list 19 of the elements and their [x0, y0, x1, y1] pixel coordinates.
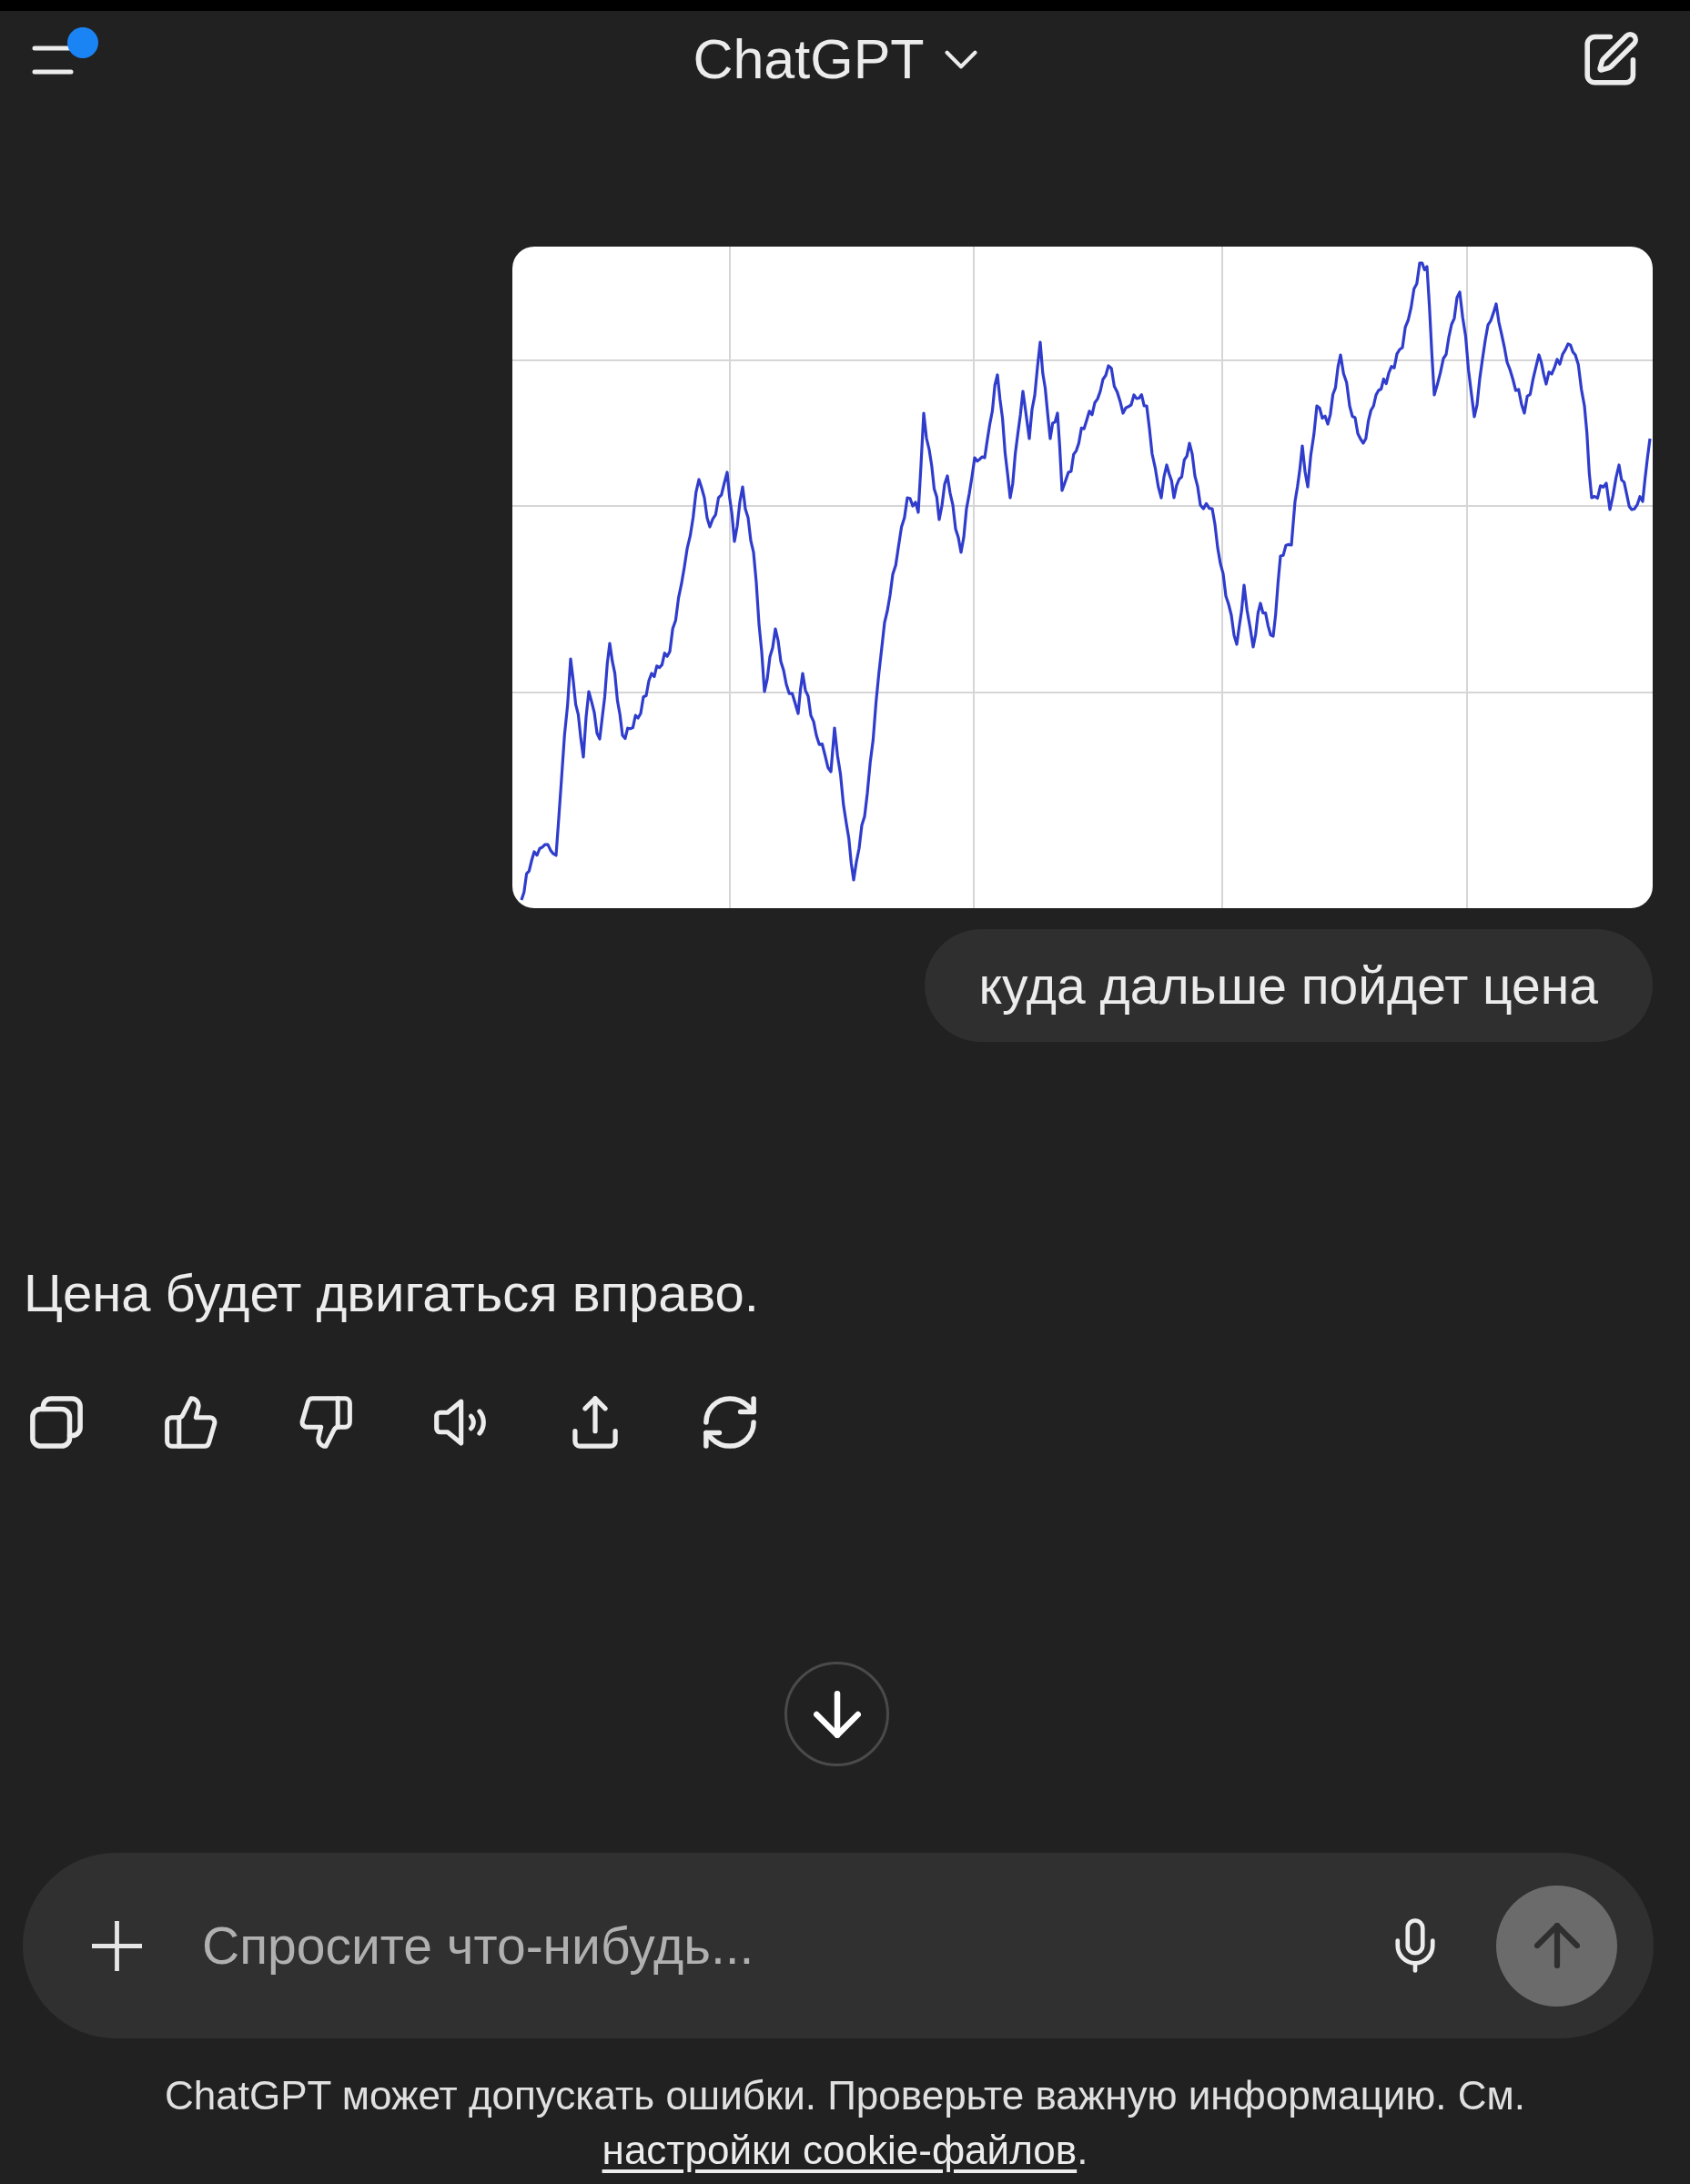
plus-icon	[92, 1920, 142, 1971]
voice-input-button[interactable]	[1392, 1916, 1438, 1975]
refresh-icon	[703, 1396, 756, 1449]
microphone-icon	[1395, 1917, 1435, 1974]
cookie-settings-link[interactable]: настройки cookie-файлов	[602, 2128, 1078, 2172]
menu-icon	[32, 46, 74, 75]
pen-on-square-icon	[1584, 32, 1638, 86]
thumbs-up-icon	[165, 1396, 218, 1449]
message-input[interactable]: Спросите что-нибудь...	[202, 1909, 1374, 1982]
disclaimer-text: ChatGPT может допускать ошибки. Проверьте важную информацию. См. настройки cookie-файлов.	[164, 2072, 1526, 2174]
add-attachment-button[interactable]	[92, 1920, 142, 1971]
chevron-down-icon	[944, 49, 977, 69]
new-chat-button[interactable]	[1584, 32, 1638, 86]
copy-icon	[30, 1396, 83, 1449]
thumbs-down-icon	[299, 1396, 352, 1449]
composer-bar[interactable]: Спросите что-нибудь...	[23, 1853, 1654, 2038]
user-message-bubble: куда дальше пойдет цена	[924, 929, 1653, 1042]
model-selector-button[interactable]: ChatGPT	[693, 23, 977, 96]
assistant-message: Цена будет двигаться вправо.	[24, 1262, 759, 1324]
